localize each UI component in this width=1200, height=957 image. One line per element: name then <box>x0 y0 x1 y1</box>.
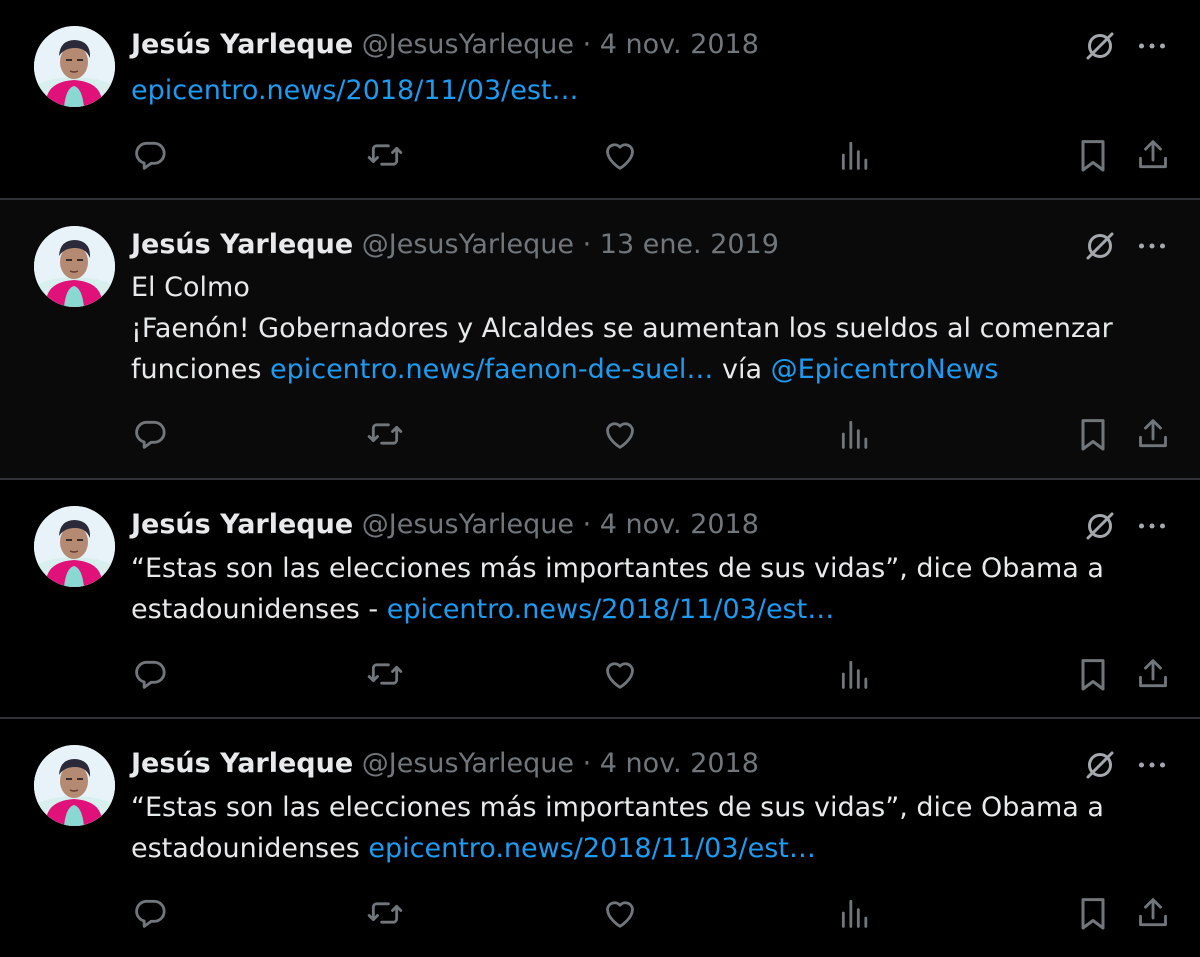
author-name[interactable]: Jesús Yarleque <box>131 509 353 540</box>
tweet-text-line: “Estas son las elecciones más importante… <box>131 548 1140 589</box>
like-icon[interactable] <box>600 414 640 454</box>
tweet-date[interactable]: 4 nov. 2018 <box>600 748 759 779</box>
bookmark-icon[interactable] <box>1073 654 1113 694</box>
text-segment: estadounidenses <box>131 833 369 864</box>
retweet-icon[interactable] <box>365 654 405 694</box>
url-link[interactable]: epicentro.news/2018/11/03/est… <box>368 833 816 864</box>
tweet-1[interactable]: Jesús Yarleque @JesusYarleque · 4 nov. 2… <box>0 0 1200 200</box>
more-icon[interactable] <box>1134 747 1170 783</box>
tweet-date[interactable]: 4 nov. 2018 <box>600 29 759 60</box>
text-segment: ¡Faenón! Gobernadores y Alcaldes se aume… <box>131 313 1113 344</box>
like-icon[interactable] <box>600 893 640 933</box>
like-icon[interactable] <box>600 654 640 694</box>
tweet-text-line: El Colmo <box>131 267 1140 308</box>
url-link[interactable]: epicentro.news/faenon-de-suel… <box>270 354 713 385</box>
more-icon[interactable] <box>1134 508 1170 544</box>
tweet-text-line: estadounidenses - epicentro.news/2018/11… <box>131 589 1140 630</box>
author-handle[interactable]: @JesusYarleque <box>362 509 574 540</box>
retweet-icon[interactable] <box>365 893 405 933</box>
avatar[interactable] <box>34 26 115 107</box>
views-icon[interactable] <box>835 654 875 694</box>
tweet-text: El Colmo ¡Faenón! Gobernadores y Alcaldes… <box>131 267 1140 390</box>
separator-dot: · <box>582 748 592 779</box>
tweet-header: Jesús Yarleque @JesusYarleque · 4 nov. 2… <box>131 506 1060 544</box>
avatar[interactable] <box>34 506 115 587</box>
tweet-header: Jesús Yarleque @JesusYarleque · 4 nov. 2… <box>131 26 1060 64</box>
share-icon[interactable] <box>1133 654 1173 694</box>
share-icon[interactable] <box>1133 414 1173 454</box>
tweet-date[interactable]: 13 ene. 2019 <box>600 229 779 260</box>
tweet-text-line: estadounidenses epicentro.news/2018/11/0… <box>131 828 1140 869</box>
tweet-header: Jesús Yarleque @JesusYarleque · 13 ene. … <box>131 226 1060 264</box>
share-icon[interactable] <box>1133 135 1173 175</box>
tweet-text-line: ¡Faenón! Gobernadores y Alcaldes se aume… <box>131 308 1140 349</box>
author-name[interactable]: Jesús Yarleque <box>131 748 353 779</box>
author-handle[interactable]: @JesusYarleque <box>362 29 574 60</box>
retweet-icon[interactable] <box>365 135 405 175</box>
grok-icon[interactable] <box>1082 747 1118 783</box>
reply-icon[interactable] <box>130 654 170 694</box>
grok-icon[interactable] <box>1082 28 1118 64</box>
separator-dot: · <box>582 509 592 540</box>
author-name[interactable]: Jesús Yarleque <box>131 29 353 60</box>
text-segment: vía <box>713 354 771 385</box>
tweet-text-line: “Estas son las elecciones más importante… <box>131 787 1140 828</box>
mention-link[interactable]: @EpicentroNews <box>771 354 999 385</box>
url-link[interactable]: epicentro.news/2018/11/03/est… <box>387 594 835 625</box>
bookmark-icon[interactable] <box>1073 135 1113 175</box>
author-handle[interactable]: @JesusYarleque <box>362 229 574 260</box>
tweet-text: epicentro.news/2018/11/03/est… <box>131 70 1140 111</box>
bookmark-icon[interactable] <box>1073 414 1113 454</box>
author-handle[interactable]: @JesusYarleque <box>362 748 574 779</box>
tweet-4[interactable]: Jesús Yarleque @JesusYarleque · 4 nov. 2… <box>0 719 1200 957</box>
tweet-text: “Estas son las elecciones más importante… <box>131 548 1140 630</box>
separator-dot: · <box>582 29 592 60</box>
tweet-text: “Estas son las elecciones más importante… <box>131 787 1140 869</box>
reply-icon[interactable] <box>130 893 170 933</box>
views-icon[interactable] <box>835 893 875 933</box>
text-segment: “Estas son las elecciones más importante… <box>131 792 1104 823</box>
more-icon[interactable] <box>1134 28 1170 64</box>
tweet-text-line: epicentro.news/2018/11/03/est… <box>131 70 1140 111</box>
bookmark-icon[interactable] <box>1073 893 1113 933</box>
text-segment: funciones <box>131 354 270 385</box>
text-segment: “Estas son las elecciones más importante… <box>131 553 1104 584</box>
text-segment: estadounidenses - <box>131 594 387 625</box>
share-icon[interactable] <box>1133 893 1173 933</box>
tweet-2[interactable]: Jesús Yarleque @JesusYarleque · 13 ene. … <box>0 200 1200 480</box>
tweet-feed: Jesús Yarleque @JesusYarleque · 4 nov. 2… <box>0 0 1200 957</box>
grok-icon[interactable] <box>1082 228 1118 264</box>
grok-icon[interactable] <box>1082 508 1118 544</box>
tweet-header: Jesús Yarleque @JesusYarleque · 4 nov. 2… <box>131 745 1060 783</box>
author-name[interactable]: Jesús Yarleque <box>131 229 353 260</box>
url-link[interactable]: epicentro.news/2018/11/03/est… <box>131 75 579 106</box>
separator-dot: · <box>582 229 592 260</box>
views-icon[interactable] <box>835 135 875 175</box>
avatar[interactable] <box>34 745 115 826</box>
like-icon[interactable] <box>600 135 640 175</box>
tweet-text-line: funciones epicentro.news/faenon-de-suel…… <box>131 349 1140 390</box>
retweet-icon[interactable] <box>365 414 405 454</box>
more-icon[interactable] <box>1134 228 1170 264</box>
reply-icon[interactable] <box>130 414 170 454</box>
tweet-3[interactable]: Jesús Yarleque @JesusYarleque · 4 nov. 2… <box>0 480 1200 719</box>
avatar[interactable] <box>34 226 115 307</box>
views-icon[interactable] <box>835 414 875 454</box>
reply-icon[interactable] <box>130 135 170 175</box>
tweet-date[interactable]: 4 nov. 2018 <box>600 509 759 540</box>
text-segment: El Colmo <box>131 272 250 303</box>
